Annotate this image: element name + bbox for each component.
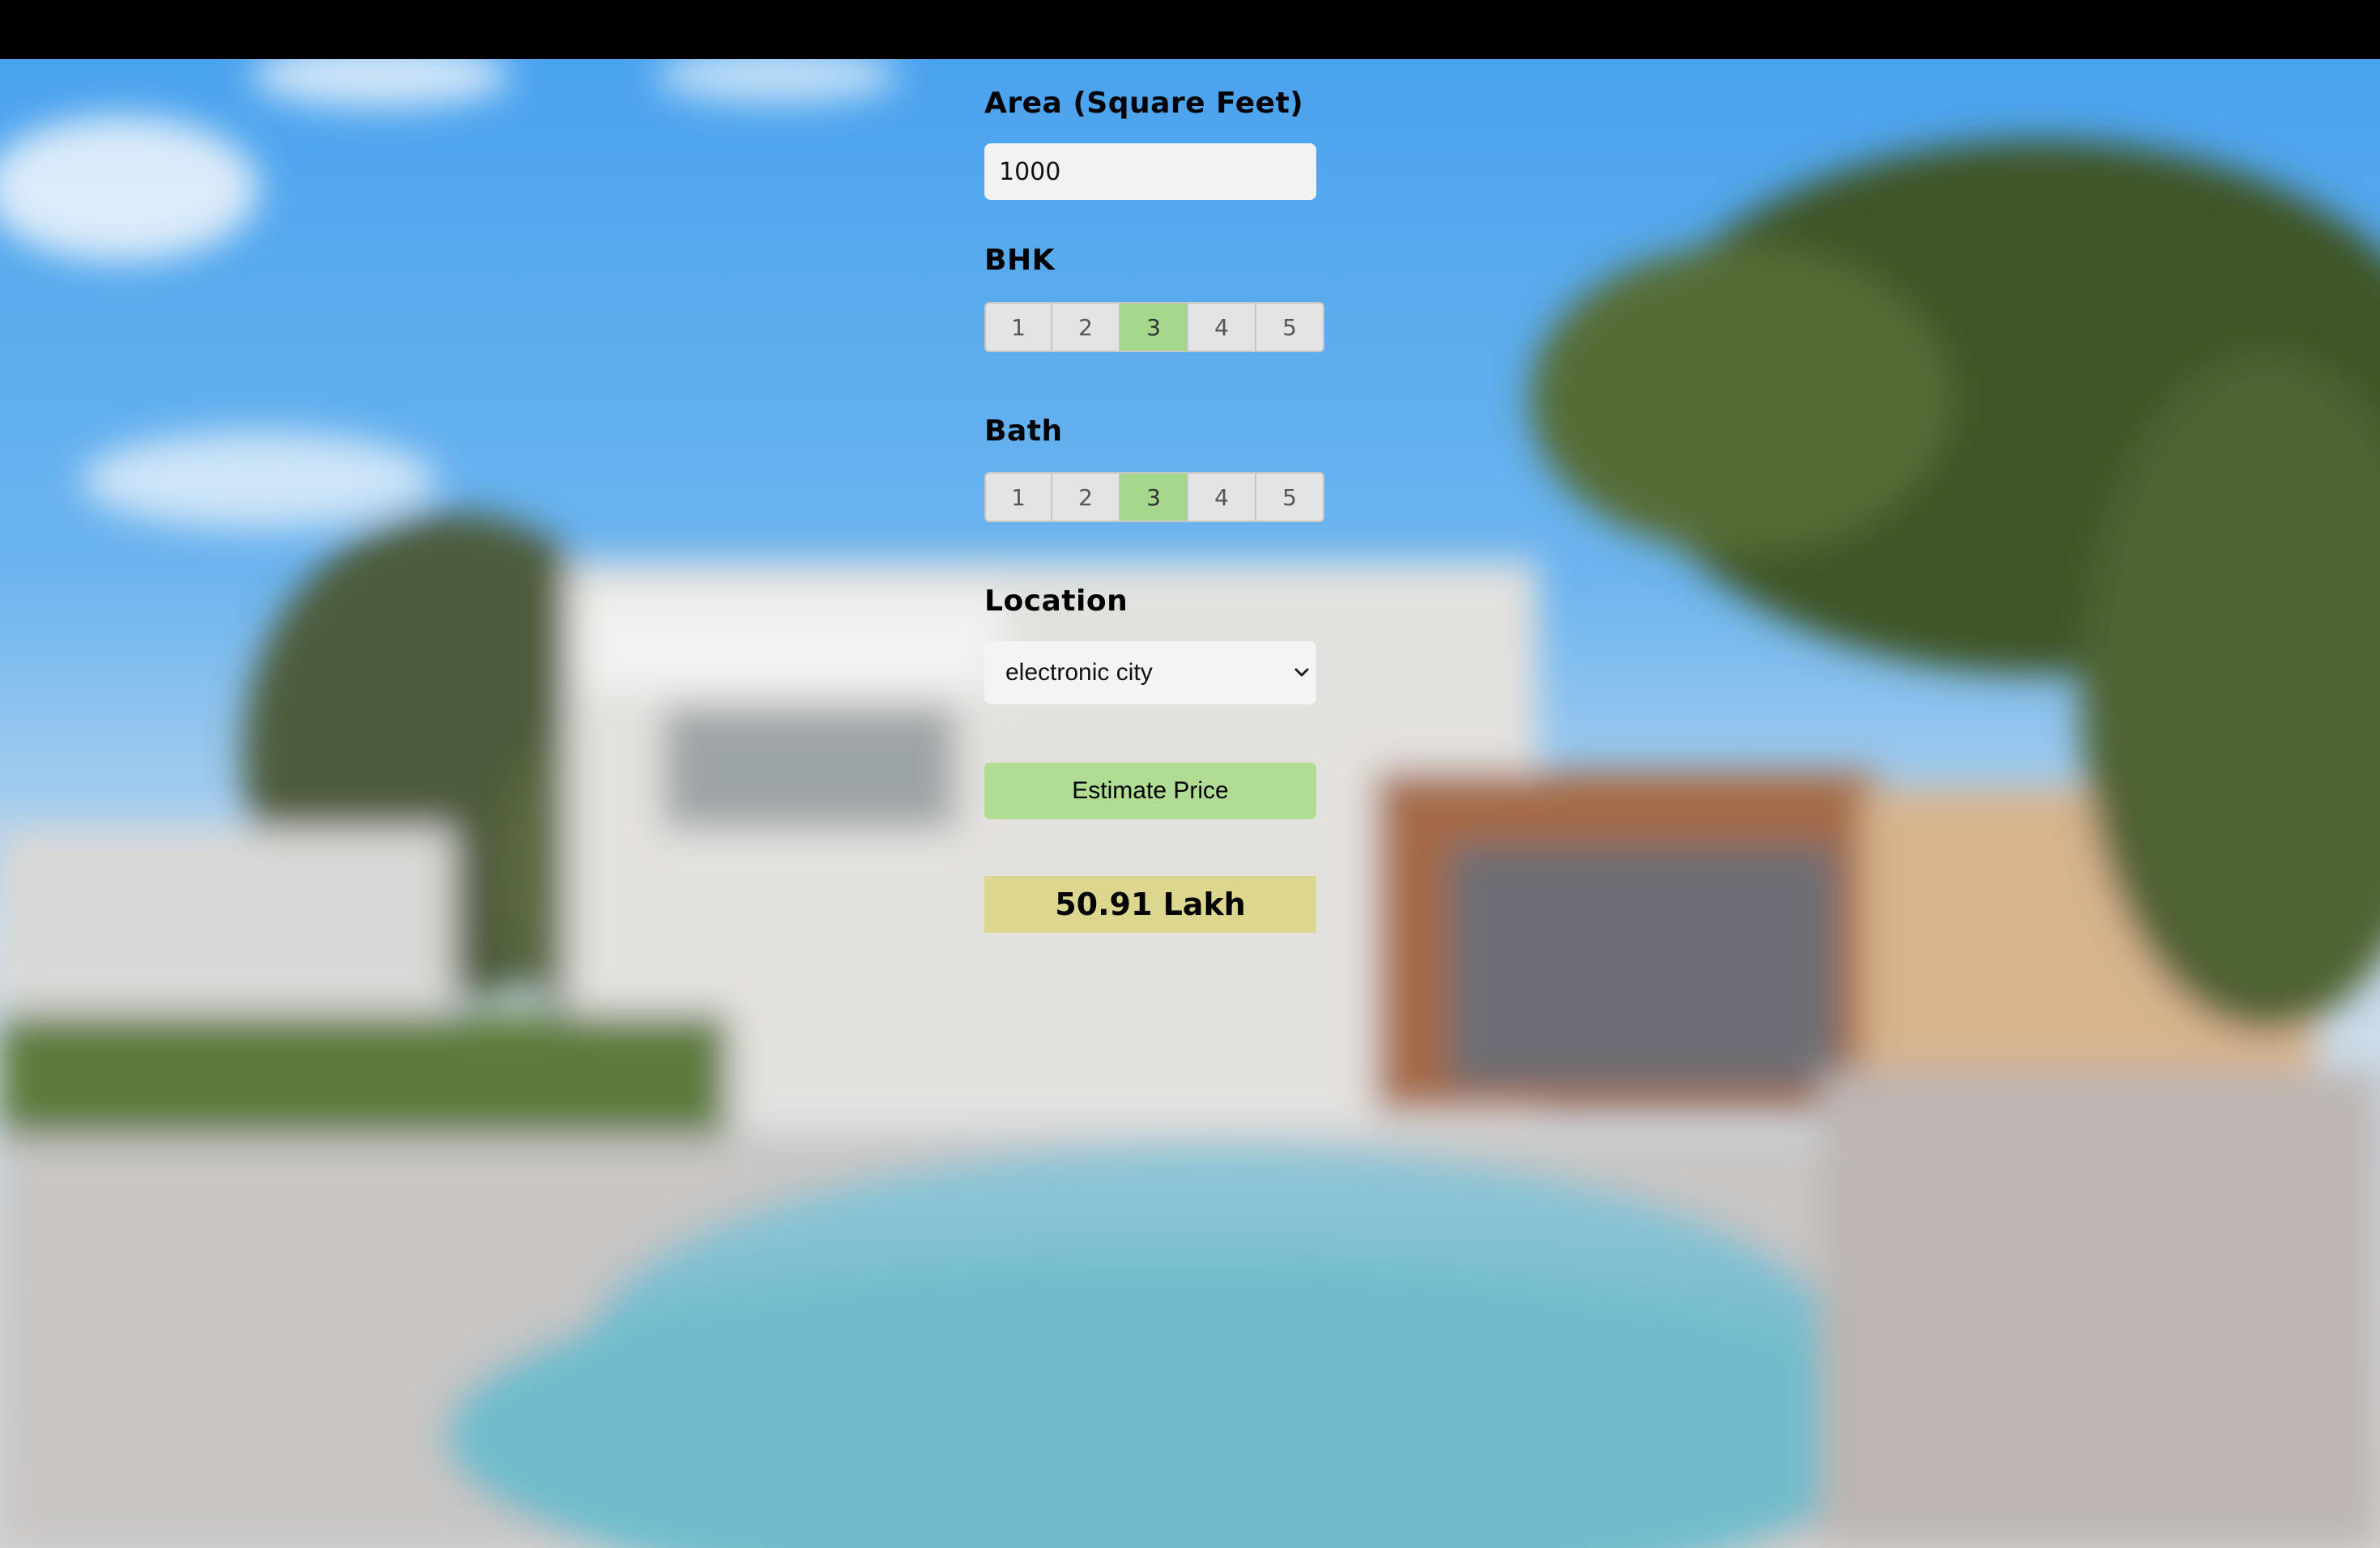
bath-option-3[interactable]: 3 xyxy=(1120,472,1188,522)
top-black-bar xyxy=(0,0,2380,59)
bath-option-5[interactable]: 5 xyxy=(1256,472,1324,522)
bhk-option-2[interactable]: 2 xyxy=(1052,302,1120,352)
bath-option-1[interactable]: 1 xyxy=(984,472,1052,522)
area-input[interactable] xyxy=(984,143,1316,200)
chevron-down-icon xyxy=(1294,668,1309,677)
estimate-price-button[interactable]: Estimate Price xyxy=(984,763,1316,819)
location-select[interactable]: electronic city xyxy=(984,641,1316,704)
bhk-selector: 12345 xyxy=(984,302,1324,352)
bath-option-2[interactable]: 2 xyxy=(1052,472,1120,522)
bath-selector: 12345 xyxy=(984,472,1324,522)
bath-option-4[interactable]: 4 xyxy=(1188,472,1256,522)
location-label: Location xyxy=(984,585,1128,618)
bhk-option-4[interactable]: 4 xyxy=(1188,302,1256,352)
location-selected-value: electronic city xyxy=(1005,659,1153,686)
bhk-option-1[interactable]: 1 xyxy=(984,302,1052,352)
bhk-option-5[interactable]: 5 xyxy=(1256,302,1324,352)
estimated-price-result: 50.91 Lakh xyxy=(984,876,1316,933)
app-window: Area (Square Feet) BHK 12345 Bath 12345 … xyxy=(0,0,2380,1548)
area-label: Area (Square Feet) xyxy=(984,87,1304,120)
bath-label: Bath xyxy=(984,415,1063,448)
bhk-label: BHK xyxy=(984,244,1055,277)
bhk-option-3[interactable]: 3 xyxy=(1120,302,1188,352)
